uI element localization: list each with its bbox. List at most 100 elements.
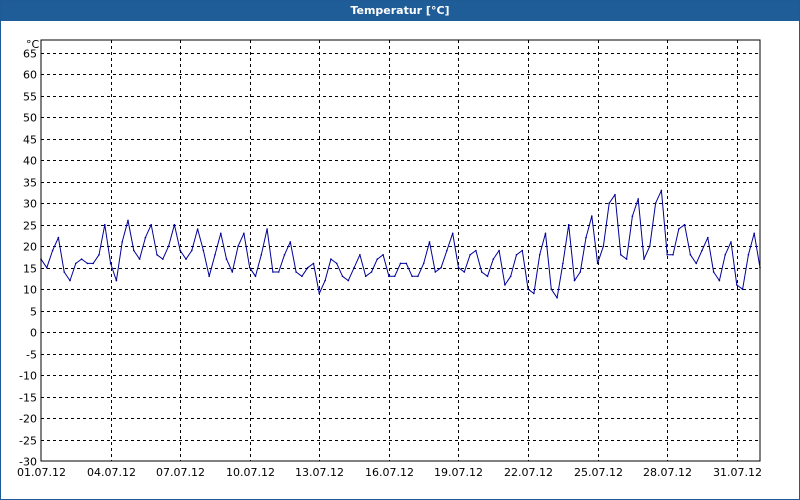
temperature-point — [127, 219, 129, 222]
temperature-point — [724, 254, 726, 256]
temperature-point — [579, 271, 582, 273]
temperature-point — [753, 232, 755, 235]
temperature-point — [422, 262, 425, 265]
x-tick-label: 16.07.12 — [365, 466, 414, 479]
temperature-point — [428, 241, 431, 243]
temperature-point — [46, 266, 48, 269]
temperature-point — [730, 241, 732, 243]
temperature-point — [202, 249, 205, 252]
temperature-point — [736, 284, 738, 286]
temperature-point — [637, 198, 639, 200]
temperature-point — [138, 258, 141, 260]
x-tick-label: 28.07.12 — [643, 466, 692, 479]
temperature-point — [277, 271, 280, 273]
temperature-point — [231, 271, 234, 273]
x-tick-label: 10.07.12 — [226, 466, 275, 479]
temperature-chart: -30-25-20-15-10-505101520253035404550556… — [17, 38, 762, 479]
temperature-point — [115, 279, 118, 282]
temperature-point — [521, 249, 524, 252]
temperature-point — [678, 228, 680, 230]
temperature-point — [666, 254, 668, 256]
temperature-point — [411, 275, 413, 278]
y-tick-label: -25 — [19, 435, 37, 448]
temperature-point — [150, 223, 152, 226]
temperature-point — [689, 254, 692, 256]
temperature-point — [248, 266, 251, 269]
x-tick-label: 07.07.12 — [156, 466, 205, 479]
x-axis-ticks: 01.07.12 04.07.12 07.07.12 10.07.12 13.07.12… — [17, 466, 762, 479]
temperature-point — [747, 254, 750, 256]
temperature-point — [596, 262, 599, 265]
temperature-point — [382, 254, 384, 256]
y-tick-label: 0 — [30, 327, 37, 340]
temperature-point — [672, 254, 674, 256]
y-tick-label: -5 — [26, 349, 37, 362]
temperature-point — [109, 262, 112, 265]
temperature-point — [359, 254, 361, 256]
temperature-point — [283, 254, 286, 256]
temperature-point — [417, 275, 419, 278]
y-tick-label: 55 — [23, 91, 37, 104]
temperature-point — [324, 279, 326, 282]
temperature-point — [347, 279, 350, 282]
temperature-point — [469, 254, 471, 256]
temperature-point — [538, 254, 541, 256]
temperature-point — [475, 249, 477, 252]
x-tick-label: 01.07.12 — [17, 466, 66, 479]
temperature-point — [660, 189, 663, 192]
y-tick-label: 20 — [23, 241, 37, 254]
temperature-point — [86, 262, 89, 265]
temperature-point — [63, 271, 65, 273]
temperature-point — [486, 275, 489, 278]
temperature-point — [399, 262, 402, 265]
temperature-point — [492, 258, 495, 260]
temperature-point — [92, 262, 94, 265]
temperature-point — [602, 245, 605, 247]
y-tick-label: 5 — [30, 306, 37, 319]
temperature-point — [707, 236, 709, 239]
x-tick-label: 19.07.12 — [434, 466, 483, 479]
plot-background — [41, 40, 760, 461]
temperature-point — [405, 262, 408, 265]
temperature-point — [533, 292, 535, 295]
temperature-point — [167, 245, 170, 247]
temperature-point — [446, 249, 448, 252]
temperature-point — [625, 258, 628, 260]
temperature-point — [121, 241, 123, 243]
temperature-point — [527, 288, 529, 291]
temperature-point — [341, 275, 344, 278]
temperature-point — [550, 288, 553, 291]
temperature-point — [75, 262, 77, 265]
temperature-point — [620, 254, 622, 256]
temperature-point — [335, 262, 338, 265]
temperature-point — [591, 215, 593, 217]
x-tick-label: 22.07.12 — [504, 466, 553, 479]
y-tick-label: 50 — [23, 112, 37, 125]
temperature-point — [515, 254, 518, 256]
temperature-point — [185, 258, 187, 260]
y-tick-label: -10 — [19, 370, 37, 383]
temperature-point — [654, 202, 657, 204]
temperature-point — [649, 245, 651, 247]
temperature-point — [295, 271, 297, 273]
temperature-point — [376, 258, 379, 260]
temperature-point — [208, 275, 210, 278]
temperature-point — [173, 223, 176, 226]
temperature-point — [353, 266, 355, 269]
x-tick-label: 13.07.12 — [295, 466, 344, 479]
temperature-point — [695, 262, 697, 265]
y-tick-label: 40 — [23, 155, 37, 168]
temperature-point — [179, 249, 181, 252]
temperature-point — [544, 232, 547, 235]
x-tick-label: 31.07.12 — [713, 466, 762, 479]
y-tick-label: 10 — [23, 284, 37, 297]
temperature-point — [573, 279, 576, 282]
temperature-point — [683, 223, 686, 226]
temperature-point — [312, 262, 315, 265]
temperature-point — [156, 254, 158, 256]
temperature-point — [701, 249, 703, 252]
temperature-point — [306, 266, 309, 269]
temperature-point — [440, 266, 442, 269]
temperature-point — [364, 275, 367, 278]
temperature-point — [330, 258, 332, 260]
